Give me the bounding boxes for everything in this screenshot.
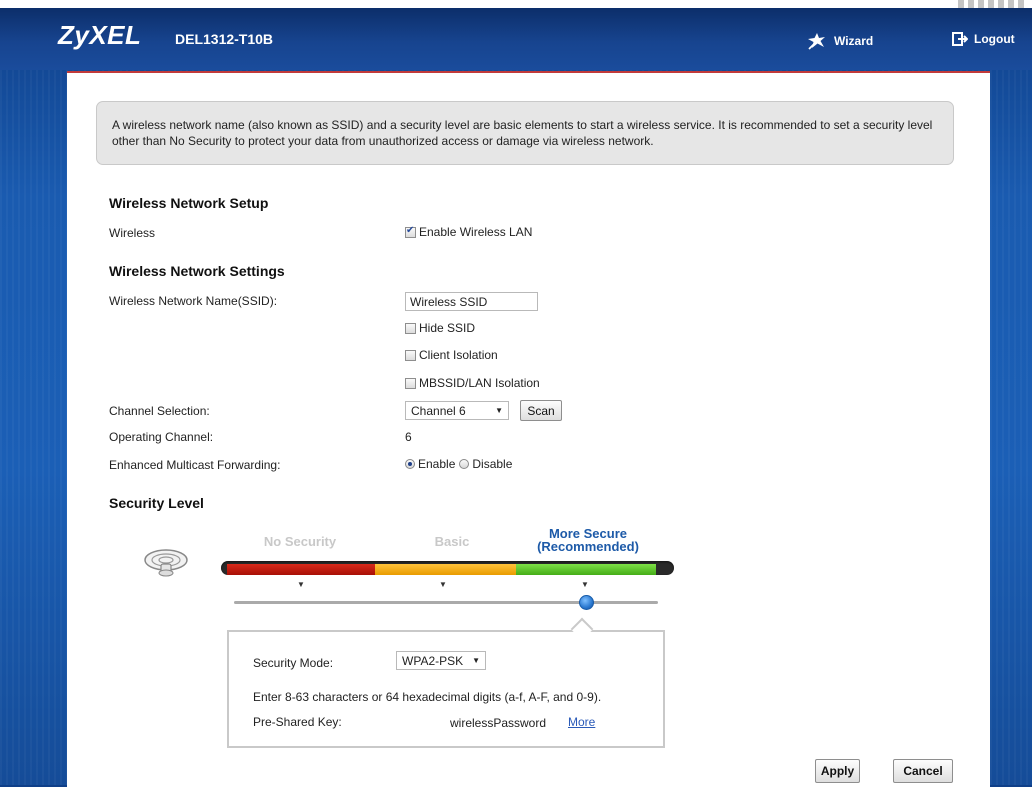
- mbssid-label: MBSSID/LAN Isolation: [419, 376, 540, 390]
- operating-channel-value: 6: [405, 430, 412, 444]
- channel-select[interactable]: Channel 6 ▼: [405, 401, 509, 420]
- psk-label: Pre-Shared Key:: [253, 715, 342, 729]
- enable-wlan-option[interactable]: Enable Wireless LAN: [405, 225, 532, 239]
- enable-wlan-label: Enable Wireless LAN: [419, 225, 533, 239]
- model-name: DEL1312-T10B: [175, 31, 274, 47]
- level-recommended-label: (Recommended): [537, 539, 639, 554]
- security-mode-select[interactable]: WPA2-PSK ▼: [396, 651, 486, 670]
- security-level-bar: [221, 561, 674, 575]
- client-isolation-option[interactable]: Client Isolation: [405, 348, 498, 362]
- security-mode-value: WPA2-PSK: [402, 653, 464, 668]
- level-more-secure[interactable]: More Secure (Recommended): [520, 527, 656, 553]
- wizard-label: Wizard: [834, 34, 874, 48]
- apply-button[interactable]: Apply: [815, 759, 860, 783]
- wizard-link[interactable]: Wizard: [806, 32, 873, 50]
- channel-selection-label: Channel Selection:: [109, 404, 210, 418]
- ssid-input[interactable]: [405, 292, 538, 311]
- security-slider-handle[interactable]: [579, 595, 594, 610]
- header-bar: ZyXEL DEL1312-T10B Wizard Logout: [0, 8, 1032, 70]
- security-level-heading: Security Level: [109, 495, 204, 511]
- wireless-label: Wireless: [109, 226, 156, 240]
- info-box: A wireless network name (also known as S…: [96, 101, 954, 165]
- security-mode-label: Security Mode:: [253, 656, 334, 670]
- level-basic[interactable]: Basic: [412, 535, 492, 548]
- emf-disable-radio[interactable]: [459, 459, 470, 469]
- channel-controls: Channel 6 ▼ Scan: [405, 400, 562, 421]
- brand-logo: ZyXEL: [58, 20, 142, 50]
- mbssid-checkbox[interactable]: [405, 377, 416, 389]
- psk-hint: Enter 8-63 characters or 64 hexadecimal …: [253, 690, 602, 704]
- emf-enable-radio[interactable]: [405, 459, 415, 469]
- emf-disable-label: Disable: [472, 457, 513, 471]
- emf-label: Enhanced Multicast Forwarding:: [109, 458, 281, 472]
- operating-channel-label: Operating Channel:: [109, 430, 214, 444]
- logout-icon: [952, 32, 968, 46]
- level-no-security[interactable]: No Security: [245, 535, 355, 548]
- tick-more-secure: ▼: [581, 580, 589, 589]
- wizard-icon: [806, 32, 828, 50]
- psk-input[interactable]: [432, 713, 564, 732]
- wireless-setup-heading: Wireless Network Setup: [109, 195, 269, 211]
- tick-no-security: ▼: [297, 580, 305, 589]
- enable-wlan-checkbox[interactable]: [405, 225, 416, 238]
- ssid-label: Wireless Network Name(SSID):: [109, 294, 278, 308]
- hide-ssid-option[interactable]: Hide SSID: [405, 321, 475, 335]
- psk-more-link[interactable]: More: [568, 715, 595, 729]
- chevron-down-icon: ▼: [472, 656, 480, 665]
- channel-select-value: Channel 6: [411, 403, 466, 418]
- main-panel: A wireless network name (also known as S…: [67, 71, 990, 787]
- cancel-button[interactable]: Cancel: [893, 759, 953, 783]
- scan-button[interactable]: Scan: [520, 400, 562, 421]
- mbssid-option[interactable]: MBSSID/LAN Isolation: [405, 376, 540, 390]
- level-segment-red: [227, 564, 375, 575]
- level-segment-orange: [375, 564, 516, 575]
- emf-enable-label: Enable: [418, 457, 456, 471]
- wireless-settings-heading: Wireless Network Settings: [109, 263, 285, 279]
- client-isolation-checkbox[interactable]: [405, 349, 416, 361]
- security-mode-box: Security Mode: WPA2-PSK ▼ Enter 8-63 cha…: [227, 630, 665, 748]
- logout-link[interactable]: Logout: [952, 32, 1015, 46]
- window-dots: [958, 0, 1028, 8]
- hide-ssid-checkbox[interactable]: [405, 322, 416, 334]
- level-segment-green: [516, 564, 656, 575]
- chevron-down-icon: ▼: [495, 406, 503, 415]
- top-strip: [0, 0, 1032, 8]
- emf-radio-group: Enable Disable: [405, 457, 512, 471]
- client-isolation-label: Client Isolation: [419, 348, 498, 362]
- hide-ssid-label: Hide SSID: [419, 321, 476, 335]
- tick-basic: ▼: [439, 580, 447, 589]
- router-icon: [143, 547, 189, 580]
- security-slider-track[interactable]: [234, 601, 658, 604]
- logout-label: Logout: [974, 32, 1015, 46]
